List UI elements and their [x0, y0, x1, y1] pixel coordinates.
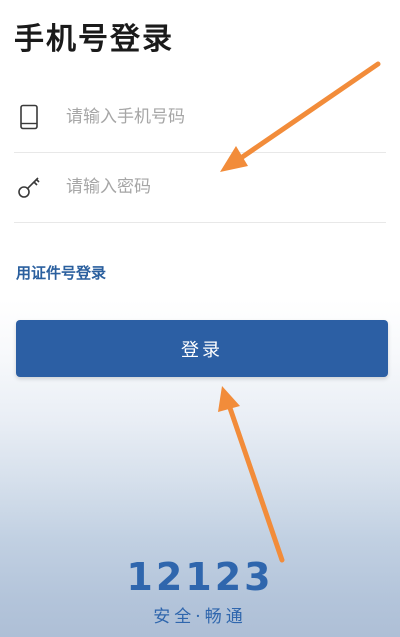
key-icon — [14, 172, 44, 202]
page-title: 手机号登录 — [14, 22, 174, 57]
id-login-link[interactable]: 用证件号登录 — [16, 262, 106, 283]
brand-slogan: 安全·畅通 — [153, 607, 247, 627]
phone-input[interactable] — [66, 107, 366, 127]
password-input[interactable] — [66, 177, 366, 197]
brand-number: 12123 — [126, 555, 274, 599]
password-field-row — [14, 152, 386, 223]
phone-field-row — [14, 82, 386, 153]
arrow-to-login-button — [218, 386, 285, 563]
login-button[interactable]: 登录 — [16, 320, 388, 377]
phone-icon — [14, 102, 44, 132]
